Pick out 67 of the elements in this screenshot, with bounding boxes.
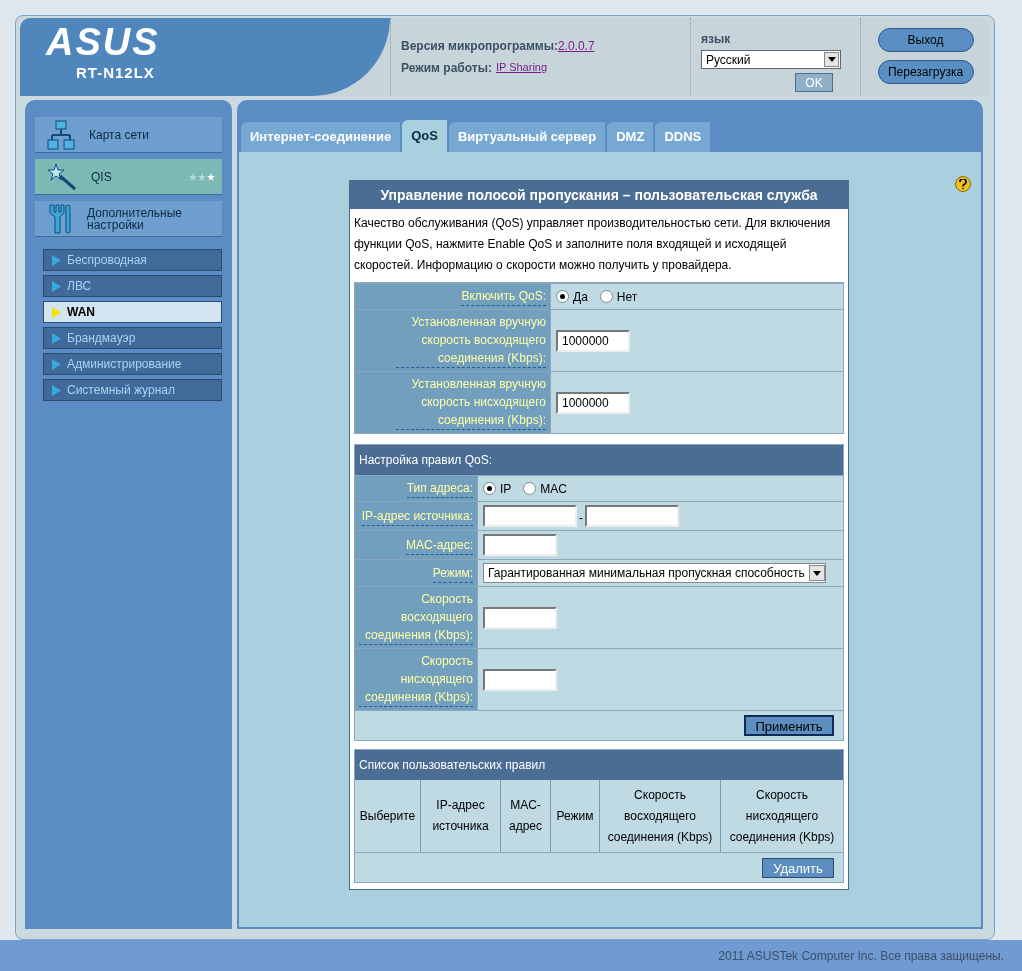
brand-logo: ASUS: [46, 22, 160, 62]
apply-button[interactable]: Применить: [744, 715, 834, 736]
menu-item[interactable]: QIS: [35, 159, 222, 195]
triangle-icon: [52, 384, 61, 396]
triangle-icon: [52, 358, 61, 370]
column-header: Скорость нисходящего соединения (Kbps): [728, 786, 836, 846]
field-label: Тип адреса:: [406, 479, 473, 498]
submenu-item[interactable]: Брандмауэр: [43, 327, 222, 349]
input-field[interactable]: 1000000: [556, 329, 630, 352]
mode-label: Режим работы:: [401, 60, 492, 77]
input-field[interactable]: [585, 505, 679, 527]
radio-label: IP: [500, 480, 512, 498]
submenu-item[interactable]: Администрирование: [43, 353, 222, 375]
firmware-label: Версия микропрограммы:: [401, 38, 558, 55]
help-icon[interactable]: [955, 176, 971, 192]
submenu-item[interactable]: ЛВС: [43, 275, 222, 297]
mode-link[interactable]: IP Sharing: [495, 59, 548, 77]
field-label: Скорость нисходящего соединения (Kbps):: [359, 652, 473, 707]
section-title: Список пользовательских правил: [355, 750, 843, 780]
field-label: Включить QoS:: [461, 287, 546, 306]
triangle-icon: [52, 280, 61, 292]
mode-select[interactable]: Гарантированная минимальная пропускная способность: [483, 563, 826, 583]
field-label: MAC-адрес:: [405, 535, 473, 555]
field-label: Скорость восходящего соединения (Kbps):: [359, 590, 473, 645]
tools-icon: [47, 202, 73, 235]
caret-icon: [812, 570, 821, 576]
submenu-item[interactable]: Беспроводная: [43, 249, 222, 271]
description-text: Качество обслуживания (QoS) управляет производительностью сети. Для включения функции QoS, нажмите Enable QoS и заполните поля входящей и исходящей скоростей. Информацию о скорости можно получить у провайдера.: [353, 215, 832, 274]
range-separator: -: [579, 510, 583, 527]
firmware-version-link[interactable]: 2.0.0.7: [557, 37, 595, 55]
model-name: RT-N12LX: [75, 63, 155, 83]
submenu-item[interactable]: WAN: [43, 301, 222, 323]
stars-icon: [189, 173, 216, 181]
tab[interactable]: QoS: [402, 120, 447, 152]
radio-button[interactable]: [523, 482, 537, 495]
delete-button[interactable]: Удалить: [762, 857, 834, 878]
input-field[interactable]: [483, 668, 557, 691]
triangle-icon: [52, 306, 61, 318]
language-select[interactable]: Русский: [701, 50, 841, 69]
input-field[interactable]: [483, 534, 557, 556]
field-label: Режим:: [432, 563, 473, 583]
menu-item[interactable]: Дополнительные настройки: [35, 201, 222, 237]
field-label: IP-адрес источника:: [361, 506, 473, 526]
field-label: Установленная вручную скорость нисходящего соединения (Kbps):: [396, 375, 546, 430]
triangle-icon: [52, 332, 61, 344]
radio-label: Нет: [616, 288, 638, 306]
submenu-item[interactable]: Системный журнал: [43, 379, 222, 401]
menu-item[interactable]: Карта сети: [35, 117, 222, 153]
radio-label: Да: [573, 288, 588, 306]
radio-button[interactable]: [483, 482, 496, 495]
copyright-text: 2011 ASUSTek Computer Inc. Все права защищены.: [718, 947, 1004, 965]
magic-wand-icon: [47, 162, 77, 191]
triangle-icon: [52, 254, 61, 266]
section-title: Настройка правил QoS:: [355, 445, 843, 475]
input-field[interactable]: [483, 606, 557, 629]
logout-button[interactable]: Выход: [877, 28, 974, 52]
field-label: Установленная вручную скорость восходящего соединения (Kbps):: [396, 313, 546, 368]
reboot-button[interactable]: Перезагрузка: [877, 60, 974, 84]
network-map-icon: [47, 119, 75, 150]
radio-button[interactable]: [556, 290, 569, 303]
radio-label: MAC: [540, 480, 567, 498]
panel-title: Управление полосой пропускания – пользовательская служба: [350, 181, 848, 209]
radio-button[interactable]: [599, 290, 613, 303]
language-label: язык: [701, 31, 732, 48]
input-field[interactable]: 1000000: [556, 391, 630, 414]
caret-icon: [827, 57, 836, 62]
input-field[interactable]: [483, 505, 577, 527]
